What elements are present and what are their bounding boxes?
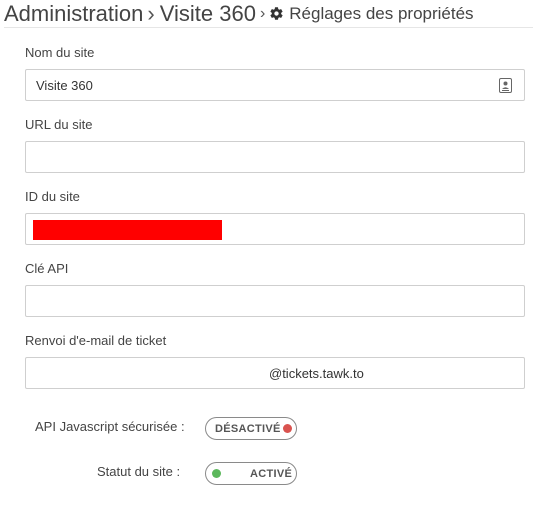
site-url-field[interactable]	[25, 141, 525, 173]
contact-card-icon[interactable]	[499, 78, 512, 93]
breadcrumb-site[interactable]: Visite 360	[160, 1, 256, 27]
status-dot-off	[283, 424, 292, 433]
toggle-state-label: DÉSACTIVÉ	[215, 423, 281, 435]
ticket-forward-field[interactable]: @tickets.tawk.to	[25, 357, 525, 389]
breadcrumb: Administration › Visite 360 › Réglages d…	[4, 0, 533, 28]
site-status-label: Statut du site :	[97, 464, 181, 479]
site-name-field[interactable]: Visite 360	[25, 69, 525, 101]
site-status-toggle[interactable]: ACTIVÉ	[205, 462, 297, 485]
ticket-forward-label: Renvoi d'e-mail de ticket	[25, 333, 167, 348]
breadcrumb-separator: ›	[259, 4, 266, 22]
redaction-block	[33, 220, 222, 240]
site-id-field[interactable]	[25, 213, 525, 245]
gear-icon	[269, 6, 284, 21]
site-id-label: ID du site	[25, 189, 80, 204]
status-dot-on	[212, 469, 221, 478]
breadcrumb-separator: ›	[147, 0, 155, 26]
breadcrumb-administration[interactable]: Administration	[4, 1, 143, 27]
secure-js-api-label: API Javascript sécurisée :	[35, 419, 185, 434]
page-title: Réglages des propriétés	[289, 3, 474, 23]
ticket-forward-value: @tickets.tawk.to	[269, 366, 364, 381]
toggle-state-label: ACTIVÉ	[250, 468, 293, 480]
site-url-label: URL du site	[25, 117, 93, 132]
secure-js-api-toggle[interactable]: DÉSACTIVÉ	[205, 417, 297, 440]
api-key-label: Clé API	[25, 261, 69, 276]
api-key-field[interactable]	[25, 285, 525, 317]
site-name-value: Visite 360	[36, 77, 93, 93]
site-name-label: Nom du site	[25, 45, 95, 60]
